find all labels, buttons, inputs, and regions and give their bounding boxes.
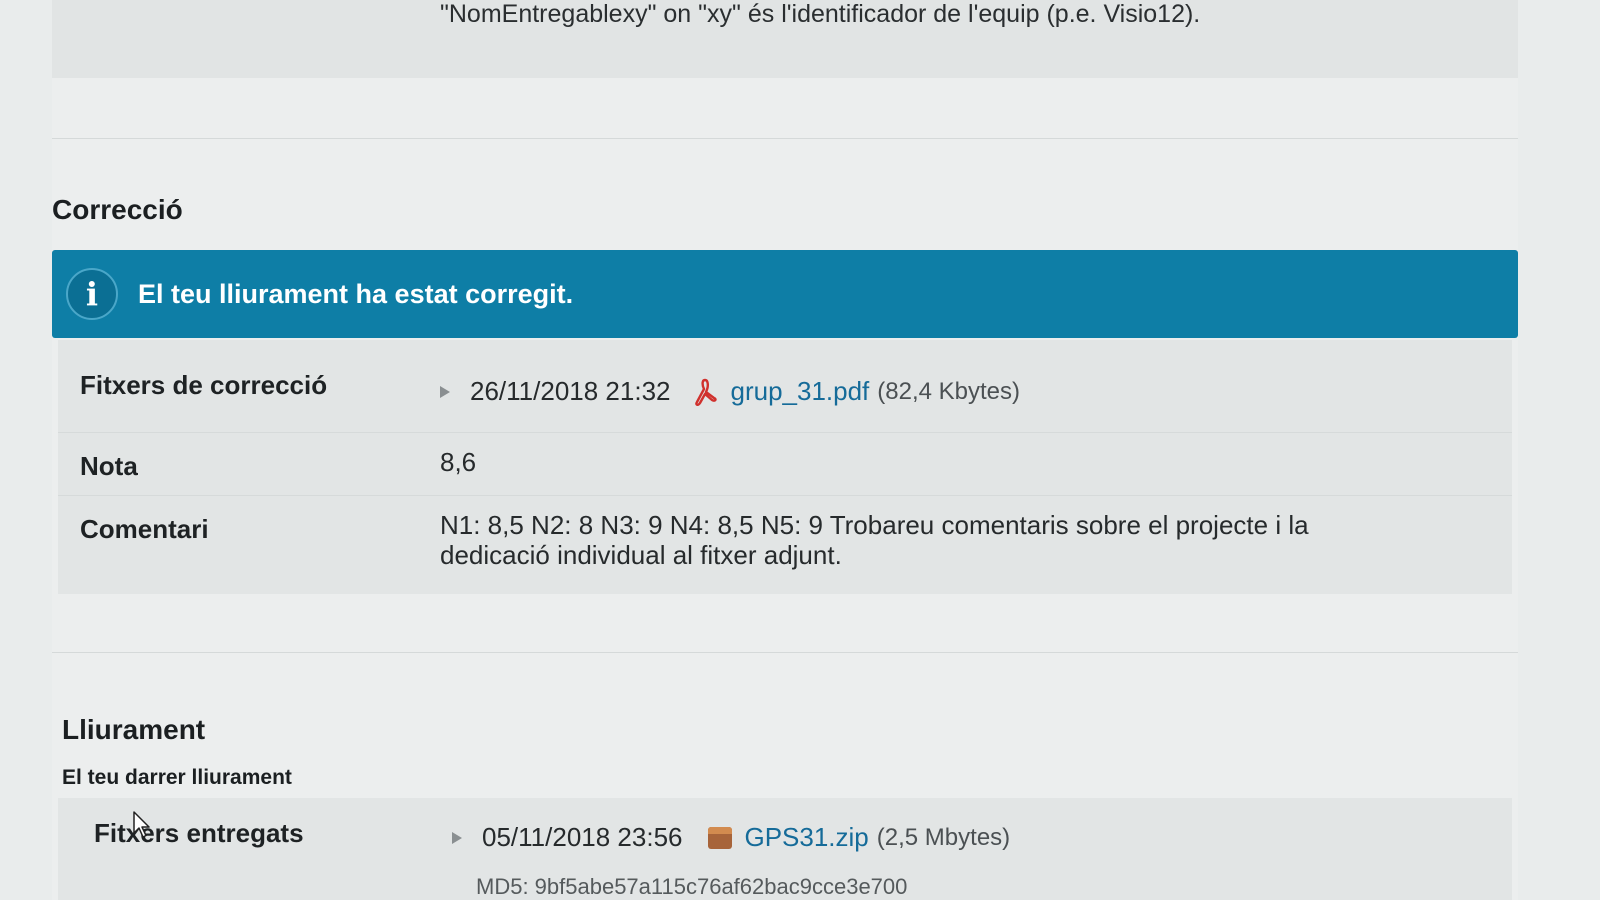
grade-value: 8,6: [440, 447, 477, 477]
comment-row: Comentari N1: 8,5 N2: 8 N3: 9 N4: 8,5 N5…: [58, 496, 1512, 593]
grade-label: Nota: [80, 451, 138, 481]
correction-table: Fitxers de correcció 26/11/2018 21:32 gr…: [58, 340, 1512, 594]
section-divider: [52, 652, 1518, 653]
correction-file-link[interactable]: grup_31.pdf: [730, 376, 869, 407]
comment-value: N1: 8,5 N2: 8 N3: 9 N4: 8,5 N5: 9 Trobar…: [440, 510, 1309, 570]
expand-triangle-icon[interactable]: [440, 385, 450, 398]
submitted-files-row: Fitxers entregats 05/11/2018 23:56 GPS31…: [58, 798, 1512, 900]
grade-row: Nota 8,6: [58, 433, 1512, 496]
info-banner-message: El teu lliurament ha estat corregit.: [138, 278, 574, 309]
section-title-correccio: Correcció: [52, 194, 183, 225]
page-content: "NomEntregablexy" on "xy" és l'identific…: [52, 0, 1518, 900]
pdf-icon: [695, 378, 718, 406]
correction-files-label: Fitxers de correcció: [80, 370, 328, 400]
correction-file-size: (82,4 Kbytes): [877, 377, 1021, 405]
info-banner: i El teu lliurament ha estat corregit.: [52, 250, 1518, 338]
section-divider: [52, 138, 1518, 139]
section-title-lliurament: Lliurament: [62, 714, 206, 745]
comment-label: Comentari: [80, 514, 209, 544]
submitted-file-date: 05/11/2018 23:56: [482, 822, 683, 852]
submission-table: Fitxers entregats 05/11/2018 23:56 GPS31…: [58, 798, 1512, 900]
submitted-file-size: (2,5 Mbytes): [876, 823, 1011, 851]
zip-icon: [708, 826, 733, 849]
info-icon: i: [66, 268, 118, 320]
expand-triangle-icon[interactable]: [452, 831, 462, 844]
submitted-file-link[interactable]: GPS31.zip: [744, 822, 868, 853]
submitted-file-entry: 05/11/2018 23:56 GPS31.zip (2,5 Mbytes): [452, 822, 1010, 853]
correction-file-date: 26/11/2018 21:32: [470, 376, 671, 406]
correction-file-entry: 26/11/2018 21:32 grup_31.pdf (82,4 Kbyte…: [440, 376, 1020, 407]
correction-files-row: Fitxers de correcció 26/11/2018 21:32 gr…: [58, 340, 1512, 433]
submitted-files-label: Fitxers entregats: [94, 818, 304, 848]
md5-hash: MD5: 9bf5abe57a115c76af62bac9cce3e700: [476, 874, 908, 899]
mouse-cursor-icon: [133, 811, 150, 838]
intro-text: "NomEntregablexy" on "xy" és l'identific…: [440, 0, 1201, 28]
submission-subtitle: El teu darrer lliurament: [62, 766, 292, 789]
intro-box: "NomEntregablexy" on "xy" és l'identific…: [52, 0, 1518, 78]
